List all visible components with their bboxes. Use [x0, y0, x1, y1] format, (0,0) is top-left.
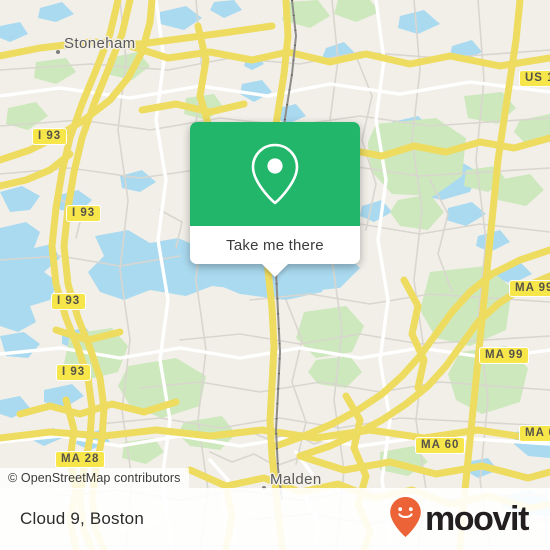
place-dot-stoneham: [56, 50, 60, 54]
destination-popup-card[interactable]: Take me there: [190, 122, 360, 277]
moovit-logo[interactable]: moovit: [389, 496, 529, 543]
popup-pointer-tail: [262, 264, 288, 277]
moovit-pin-smiley-icon: [389, 496, 422, 543]
map-screen: Stoneham Malden I 93 I 93 I 93 I 93 MA 2…: [0, 0, 550, 550]
map-pin-icon: [249, 142, 301, 206]
highway-shield-i93-4[interactable]: I 93: [56, 364, 92, 381]
take-me-there-button[interactable]: Take me there: [190, 226, 360, 264]
moovit-wordmark: moovit: [424, 500, 529, 538]
place-title: Cloud 9, Boston: [20, 509, 144, 528]
osm-attribution[interactable]: © OpenStreetMap contributors: [0, 468, 189, 489]
highway-shield-i93-1[interactable]: I 93: [32, 128, 68, 145]
highway-shield-i93-2[interactable]: I 93: [66, 205, 102, 222]
highway-shield-ma99-2[interactable]: MA 99: [479, 347, 530, 364]
highway-shield-ma60-1[interactable]: MA 60: [415, 437, 466, 454]
highway-shield-ma99-1[interactable]: MA 99: [509, 280, 550, 297]
highway-shield-ma60-2[interactable]: MA 60: [519, 425, 550, 442]
highway-shield-us1[interactable]: US 1: [519, 70, 550, 87]
highway-shield-i93-3[interactable]: I 93: [51, 293, 87, 310]
footer-bar: Cloud 9, Boston moovit: [0, 488, 550, 550]
highway-shield-ma28[interactable]: MA 28: [55, 451, 106, 468]
popup-icon-area: [190, 122, 360, 226]
